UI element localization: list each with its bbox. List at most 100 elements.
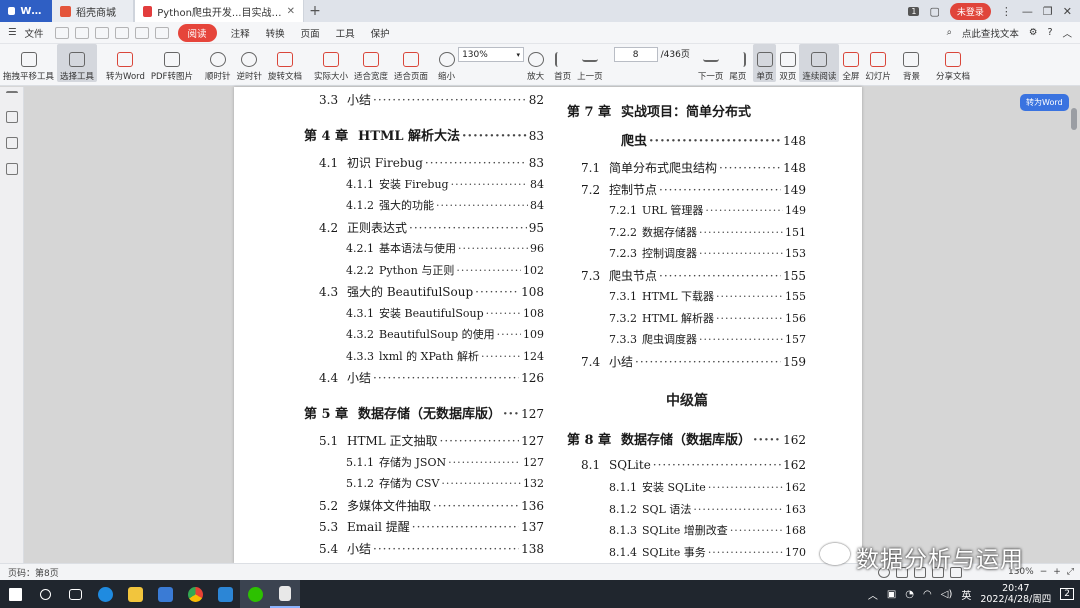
zoom-in-button[interactable]: 放大: [524, 44, 547, 82]
minimize-icon[interactable]: —: [1022, 5, 1033, 18]
toc-entry[interactable]: 7.3 爬虫节点 155: [581, 267, 806, 284]
toc-entry[interactable]: 爬虫 148: [621, 130, 806, 149]
single-page-button[interactable]: 单页: [753, 44, 777, 82]
to-word-button[interactable]: 转为Word: [103, 44, 148, 82]
zoom-out-status-icon[interactable]: −: [1040, 567, 1048, 577]
network-icon[interactable]: ◔: [905, 589, 914, 600]
first-page-button[interactable]: 首页: [551, 44, 574, 82]
hamburger-icon[interactable]: ☰: [0, 27, 25, 38]
toc-entry[interactable]: 7.2.1 URL 管理器 149: [609, 202, 806, 218]
toc-entry[interactable]: 4.3.1 安装 BeautifulSoup 108: [346, 305, 544, 321]
toc-entry[interactable]: 7.2.2 数据存储器 151: [609, 224, 806, 240]
menu-protect[interactable]: 保护: [363, 26, 398, 40]
search-icon[interactable]: ⌕: [947, 27, 952, 38]
floating-to-word-button[interactable]: 转为Word: [1020, 94, 1069, 111]
vertical-scrollbar[interactable]: [1071, 108, 1077, 130]
print-icon[interactable]: [94, 26, 109, 39]
edge-browser[interactable]: [90, 580, 120, 608]
toc-entry[interactable]: 5.1.1 存储为 JSON 127: [346, 454, 544, 470]
toc-entry[interactable]: 第 8 章数据存储（数据库版） 162: [567, 429, 806, 448]
file-explorer[interactable]: [120, 580, 150, 608]
undo-icon[interactable]: [134, 26, 149, 39]
fullscreen-button[interactable]: 全屏: [839, 44, 862, 82]
tray-app-icon[interactable]: ▣: [887, 589, 896, 600]
toc-entry[interactable]: 5.1.2 存储为 CSV 132: [346, 475, 544, 491]
help-icon[interactable]: ?: [1047, 27, 1052, 38]
new-tab-button[interactable]: +: [304, 0, 326, 22]
rotate-document-button[interactable]: 旋转文档: [265, 44, 305, 82]
menu-annotate[interactable]: 注释: [223, 26, 258, 40]
toc-entry[interactable]: 4.3.2 BeautifulSoup 的使用 109: [346, 326, 544, 342]
menu-read-button[interactable]: 阅读: [177, 23, 217, 42]
menu-tools[interactable]: 工具: [328, 26, 363, 40]
toc-entry[interactable]: 4.2.2 Python 与正则 102: [346, 262, 544, 278]
tab-wps[interactable]: WPS: [0, 0, 52, 22]
skin-icon[interactable]: ▢: [929, 5, 939, 18]
toc-entry[interactable]: 8.1.1 安装 SQLite 162: [609, 479, 806, 495]
settings-icon[interactable]: ⚙: [1029, 27, 1038, 38]
fullscreen-status-icon[interactable]: ⤢: [1067, 567, 1074, 577]
toc-entry[interactable]: 4.2.1 基本语法与使用 96: [346, 240, 544, 256]
toc-entry[interactable]: 7.4 小结 159: [581, 353, 806, 370]
toc-entry[interactable]: 7.3.3 爬虫调度器 157: [609, 331, 806, 347]
store-app[interactable]: [150, 580, 180, 608]
collapse-icon[interactable]: ︿: [1062, 26, 1072, 40]
search-text-hint[interactable]: 点此查找文本: [962, 26, 1019, 40]
task-view-button[interactable]: [60, 580, 90, 608]
thumbnail-icon[interactable]: [6, 91, 18, 99]
toc-entry[interactable]: 4.4 小结 126: [319, 369, 544, 386]
pdf-to-image-button[interactable]: PDF转图片: [148, 44, 196, 82]
slideshow-button[interactable]: 幻灯片: [862, 44, 894, 82]
toc-entry[interactable]: 4.1.2 强大的功能 84: [346, 197, 544, 213]
toc-entry[interactable]: 第 4 章 HTML 解析大法 83: [304, 125, 544, 144]
more-icon[interactable]: ⋮: [1001, 5, 1012, 18]
toc-entry[interactable]: 7.2 控制节点 149: [581, 181, 806, 198]
start-button[interactable]: [0, 580, 30, 608]
toc-entry[interactable]: 7.3.2 HTML 解析器 156: [609, 310, 806, 326]
zoom-in-status-icon[interactable]: +: [1053, 567, 1061, 577]
toc-entry[interactable]: 7.1 简单分布式爬虫结构 148: [581, 159, 806, 176]
prev-page-button[interactable]: 上一页: [574, 44, 606, 82]
tab-docer-shop[interactable]: 稻壳商城: [52, 0, 134, 22]
wifi-icon[interactable]: ◠: [923, 589, 932, 600]
save-icon[interactable]: [74, 26, 89, 39]
toc-entry[interactable]: 8.1.2 SQL 语法 163: [609, 501, 806, 517]
close-tab-icon[interactable]: ✕: [287, 6, 295, 17]
toc-entry[interactable]: 4.3 强大的 BeautifulSoup 108: [319, 283, 544, 300]
close-window-icon[interactable]: ✕: [1063, 5, 1072, 18]
toc-entry[interactable]: 4.3.3 lxml 的 XPath 解析 124: [346, 348, 544, 364]
page-number-input[interactable]: 8: [613, 47, 658, 62]
rotate-cw-button[interactable]: 顺时针: [202, 44, 234, 82]
login-button[interactable]: 未登录: [949, 2, 991, 20]
fit-width-button[interactable]: 适合宽度: [351, 44, 391, 82]
toc-entry[interactable]: 5.3 Email 提醒 137: [319, 518, 544, 535]
background-button[interactable]: 背景: [900, 44, 923, 82]
menu-convert[interactable]: 转换: [258, 26, 293, 40]
image-panel-icon[interactable]: [6, 137, 18, 149]
notification-icon[interactable]: 2: [1060, 588, 1074, 600]
next-page-button[interactable]: 下一页: [695, 44, 727, 82]
bookmark-outline-icon[interactable]: [6, 111, 18, 123]
attachment-icon[interactable]: [6, 163, 18, 175]
input-language[interactable]: 英: [961, 587, 971, 602]
window-count-badge[interactable]: 1: [908, 6, 920, 16]
print-preview-icon[interactable]: [114, 26, 129, 39]
toc-entry[interactable]: 5.2 多媒体文件抽取 136: [319, 497, 544, 514]
menu-page[interactable]: 页面: [293, 26, 328, 40]
zoom-select[interactable]: 130% ▾: [458, 47, 525, 62]
redo-icon[interactable]: [154, 26, 169, 39]
fit-page-button[interactable]: 适合页面: [391, 44, 431, 82]
menu-file[interactable]: 文件: [25, 26, 52, 40]
toc-entry[interactable]: 8.1.3 SQLite 增删改查 168: [609, 522, 806, 538]
toc-entry[interactable]: 3.3 小结 82: [319, 91, 544, 108]
open-icon[interactable]: [54, 26, 69, 39]
toc-entry[interactable]: 第 5 章数据存储（无数据库版） 127: [304, 403, 544, 422]
toc-entry[interactable]: 4.1 初识 Firebug 83: [319, 154, 544, 171]
volume-icon[interactable]: ◁): [941, 589, 953, 600]
tab-pdf-document[interactable]: Python爬虫开发...目实战(1).pdf ✕: [134, 0, 304, 22]
actual-size-button[interactable]: 实际大小: [311, 44, 351, 82]
toc-entry[interactable]: 8.1 SQLite 162: [581, 458, 806, 472]
toc-entry[interactable]: 5.4 小结 138: [319, 540, 544, 557]
maximize-icon[interactable]: ❐: [1043, 5, 1053, 18]
rotate-ccw-button[interactable]: 逆时针: [233, 44, 265, 82]
